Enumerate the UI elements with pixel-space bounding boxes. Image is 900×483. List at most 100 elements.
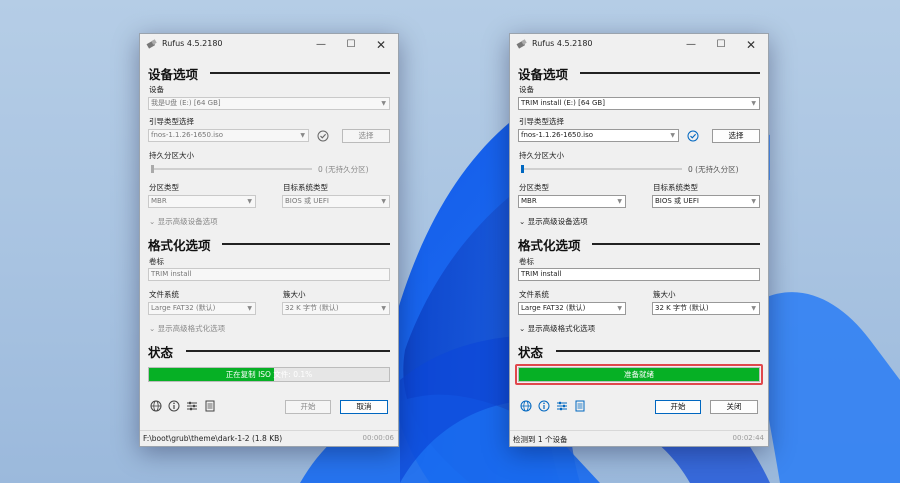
section-format-options: 格式化选项: [518, 238, 581, 253]
chevron-down-icon: ▼: [751, 198, 756, 205]
start-button[interactable]: 开始: [655, 400, 701, 414]
chevron-down-icon: ▼: [670, 132, 675, 139]
section-divider: [210, 72, 390, 74]
advanced-device-toggle[interactable]: ⌄ 显示高级设备选项: [519, 216, 588, 227]
advanced-format-toggle[interactable]: ⌄ 显示高级格式化选项: [149, 323, 225, 334]
volume-label-input[interactable]: TRIM install: [518, 268, 760, 281]
close-button[interactable]: 关闭: [710, 400, 758, 414]
persistent-partition-label: 持久分区大小: [519, 151, 564, 160]
close-window-button[interactable]: ✕: [374, 38, 388, 52]
boot-select-value: fnos-1.1.26-1650.iso: [521, 131, 594, 139]
minimize-button[interactable]: —: [684, 38, 698, 52]
device-select-value: 我是U盘 (E:) [64 GB]: [151, 99, 221, 107]
chevron-down-icon: ▼: [617, 305, 622, 312]
settings-sliders-icon[interactable]: [556, 400, 568, 412]
file-system-value: Large FAT32 (默认): [151, 304, 216, 312]
device-select[interactable]: 我是U盘 (E:) [64 GB] ▼: [148, 97, 390, 110]
usb-drive-icon: [516, 39, 527, 49]
persistent-size-value: 0 (无持久分区): [318, 165, 369, 174]
device-select-value: TRIM install (E:) [64 GB]: [521, 99, 605, 107]
minimize-button[interactable]: —: [314, 38, 328, 52]
advanced-device-label: 显示高级设备选项: [157, 217, 218, 226]
chevron-down-icon: ⌄: [149, 217, 158, 226]
advanced-format-toggle[interactable]: ⌄ 显示高级格式化选项: [519, 323, 595, 334]
chevron-down-icon: ▼: [751, 305, 756, 312]
select-button[interactable]: 选择: [712, 129, 760, 143]
start-button[interactable]: 开始: [285, 400, 331, 414]
file-system-select[interactable]: Large FAT32 (默认) ▼: [148, 302, 256, 315]
status-bar: 检测到 1 个设备 00:02:44: [510, 430, 768, 446]
close-window-button[interactable]: ✕: [744, 38, 758, 52]
progress-bar: 正在复制 ISO 文件: 0.1%: [148, 367, 390, 382]
target-system-select[interactable]: BIOS 或 UEFI ▼: [652, 195, 760, 208]
select-button[interactable]: 选择: [342, 129, 390, 143]
partition-scheme-select[interactable]: MBR ▼: [518, 195, 626, 208]
cancel-button[interactable]: 取消: [340, 400, 388, 414]
persistent-partition-label: 持久分区大小: [149, 151, 194, 160]
slider-thumb[interactable]: [521, 165, 524, 173]
persistent-size-slider[interactable]: [152, 168, 312, 170]
chevron-down-icon: ▼: [381, 198, 386, 205]
file-system-value: Large FAT32 (默认): [521, 304, 586, 312]
device-label: 设备: [519, 85, 534, 94]
slider-thumb[interactable]: [151, 165, 154, 173]
persistent-size-slider[interactable]: [522, 168, 682, 170]
target-system-value: BIOS 或 UEFI: [285, 197, 329, 205]
cluster-size-value: 32 K 字节 (默认): [655, 304, 709, 312]
maximize-button[interactable]: ☐: [344, 38, 358, 52]
title-bar: Rufus 4.5.2180 — ☐ ✕: [510, 34, 768, 56]
partition-scheme-select[interactable]: MBR ▼: [148, 195, 256, 208]
window-title: Rufus 4.5.2180: [162, 39, 223, 48]
chevron-down-icon: ▼: [247, 305, 252, 312]
file-system-label: 文件系统: [519, 290, 549, 299]
maximize-button[interactable]: ☐: [714, 38, 728, 52]
section-divider: [580, 72, 760, 74]
section-divider: [186, 350, 390, 352]
log-icon[interactable]: [204, 400, 216, 412]
boot-select-value: fnos-1.1.26-1650.iso: [151, 131, 224, 139]
check-icon[interactable]: [687, 130, 699, 142]
advanced-device-toggle[interactable]: ⌄ 显示高级设备选项: [149, 216, 218, 227]
target-system-label: 目标系统类型: [283, 183, 328, 192]
partition-scheme-label: 分区类型: [149, 183, 179, 192]
target-system-label: 目标系统类型: [653, 183, 698, 192]
info-icon[interactable]: [538, 400, 550, 412]
chevron-down-icon: ⌄: [519, 324, 528, 333]
rufus-window-copying: Rufus 4.5.2180 — ☐ ✕ 设备选项 设备 我是U盘 (E:) […: [139, 33, 399, 447]
volume-label-label: 卷标: [149, 257, 164, 266]
status-text: 检测到 1 个设备: [513, 435, 568, 444]
status-text: F:\boot\grub\theme\dark-1-2 (1.8 KB): [143, 434, 283, 443]
chevron-down-icon: ⌄: [519, 217, 528, 226]
rufus-window-ready: Rufus 4.5.2180 — ☐ ✕ 设备选项 设备 TRIM instal…: [509, 33, 769, 447]
cluster-size-select[interactable]: 32 K 字节 (默认) ▼: [282, 302, 390, 315]
boot-select[interactable]: fnos-1.1.26-1650.iso ▼: [148, 129, 309, 142]
section-format-options: 格式化选项: [148, 238, 211, 253]
volume-label-input[interactable]: TRIM install: [148, 268, 390, 281]
boot-selection-label: 引导类型选择: [519, 117, 564, 126]
chevron-down-icon: ▼: [617, 198, 622, 205]
cluster-size-select[interactable]: 32 K 字节 (默认) ▼: [652, 302, 760, 315]
advanced-device-label: 显示高级设备选项: [527, 217, 588, 226]
partition-scheme-value: MBR: [151, 197, 167, 205]
cluster-size-value: 32 K 字节 (默认): [285, 304, 339, 312]
target-system-select[interactable]: BIOS 或 UEFI ▼: [282, 195, 390, 208]
chevron-down-icon: ▼: [247, 198, 252, 205]
progress-text: 正在复制 ISO 文件: 0.1%: [225, 370, 313, 379]
globe-icon[interactable]: [520, 400, 532, 412]
boot-select[interactable]: fnos-1.1.26-1650.iso ▼: [518, 129, 679, 142]
cluster-size-label: 簇大小: [283, 290, 306, 299]
chevron-down-icon: ▼: [300, 132, 305, 139]
file-system-select[interactable]: Large FAT32 (默认) ▼: [518, 302, 626, 315]
settings-sliders-icon[interactable]: [186, 400, 198, 412]
log-icon[interactable]: [574, 400, 586, 412]
usb-drive-icon: [146, 39, 157, 49]
cluster-size-label: 簇大小: [653, 290, 676, 299]
check-icon[interactable]: [317, 130, 329, 142]
section-device-options: 设备选项: [518, 67, 569, 82]
info-icon[interactable]: [168, 400, 180, 412]
device-select[interactable]: TRIM install (E:) [64 GB] ▼: [518, 97, 760, 110]
chevron-down-icon: ▼: [751, 100, 756, 107]
chevron-down-icon: ▼: [381, 100, 386, 107]
globe-icon[interactable]: [150, 400, 162, 412]
title-bar: Rufus 4.5.2180 — ☐ ✕: [140, 34, 398, 56]
